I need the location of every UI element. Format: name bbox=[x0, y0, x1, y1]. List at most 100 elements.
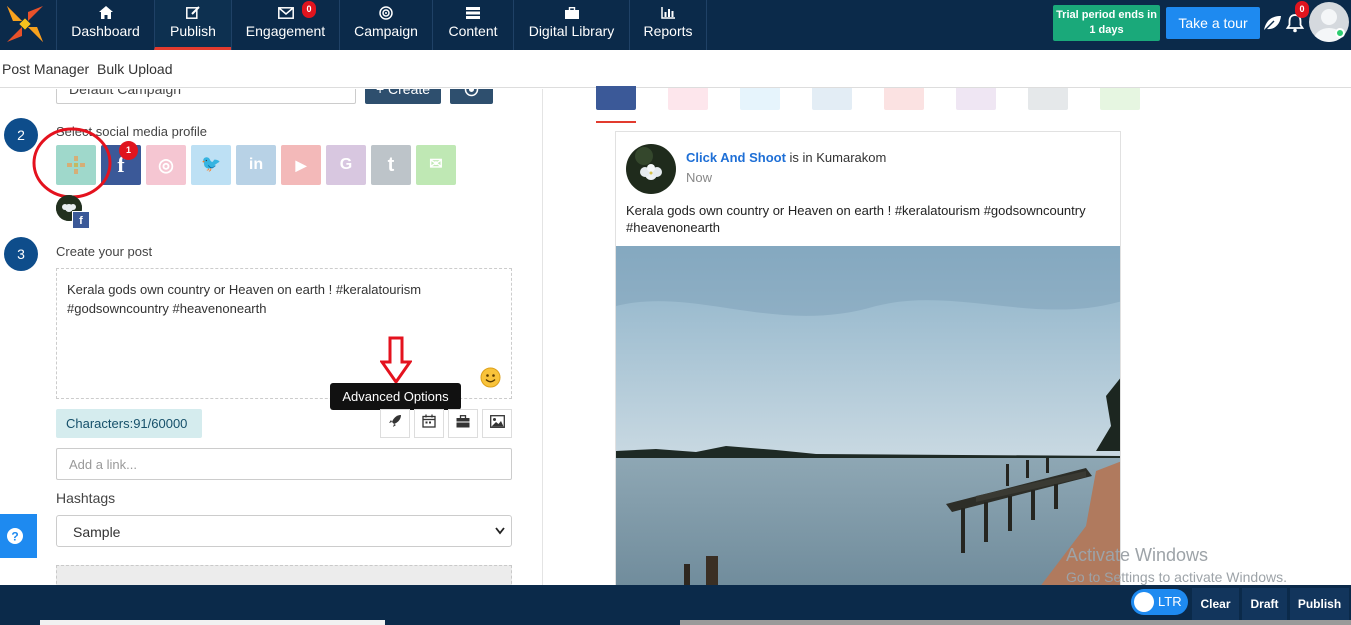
bottom-action-bar: LTR Clear Draft Publish bbox=[0, 585, 1351, 625]
nav-label: Reports bbox=[643, 23, 693, 39]
online-status-dot bbox=[1335, 28, 1345, 38]
preview-tab-facebook[interactable] bbox=[596, 86, 636, 110]
preview-tab-google-my-business[interactable] bbox=[956, 88, 996, 110]
preview-avatar bbox=[626, 144, 676, 194]
advanced-options-button[interactable] bbox=[380, 409, 410, 438]
ltr-label: LTR bbox=[1158, 594, 1182, 609]
backwater-photo bbox=[616, 246, 1120, 590]
notification-badge: 0 bbox=[1295, 1, 1309, 18]
chevron-down-icon bbox=[495, 527, 505, 535]
profile-instagram[interactable]: ◎ bbox=[146, 145, 186, 185]
preview-text: Kerala gods own country or Heaven on ear… bbox=[626, 203, 1086, 235]
profile-tumblr[interactable]: t bbox=[371, 145, 411, 185]
briefcase-icon bbox=[456, 415, 470, 428]
hashtags-select[interactable]: Sample bbox=[56, 515, 512, 547]
instagram-icon: ◎ bbox=[158, 155, 174, 175]
nav-label: Digital Library bbox=[528, 23, 615, 39]
rocket-icon bbox=[389, 415, 401, 427]
nav-label: Dashboard bbox=[71, 23, 140, 39]
preview-tab-twitter[interactable] bbox=[740, 88, 780, 110]
publish-button[interactable]: Publish bbox=[1290, 588, 1349, 620]
engagement-badge: 0 bbox=[302, 1, 316, 18]
facebook-small-icon: f bbox=[72, 211, 90, 229]
flower-icon bbox=[626, 144, 676, 194]
step-3-number: 3 bbox=[4, 237, 38, 271]
post-text-area[interactable]: Kerala gods own country or Heaven on ear… bbox=[56, 268, 512, 399]
nav-label: Content bbox=[448, 23, 498, 39]
nav-reports[interactable]: Reports bbox=[629, 0, 707, 50]
nav-content[interactable]: Content bbox=[432, 0, 513, 50]
campaign-settings-button[interactable] bbox=[450, 89, 493, 104]
hashtags-label: Hashtags bbox=[56, 490, 116, 506]
preview-location: is in Kumarakom bbox=[789, 150, 887, 165]
nav-digital-library[interactable]: Digital Library bbox=[513, 0, 629, 50]
preview-time: Now bbox=[686, 170, 713, 185]
profile-wechat[interactable]: ✉ bbox=[416, 145, 456, 185]
post-text: Kerala gods own country or Heaven on ear… bbox=[67, 282, 422, 316]
top-navbar: Dashboard Publish Engagement 0 Campaign … bbox=[0, 0, 1351, 50]
toggle-knob bbox=[1134, 592, 1154, 612]
linkedin-icon: in bbox=[248, 156, 264, 173]
nav-campaign[interactable]: Campaign bbox=[339, 0, 432, 50]
nav-dashboard[interactable]: Dashboard bbox=[56, 0, 154, 50]
target-icon bbox=[464, 89, 479, 97]
nav-publish[interactable]: Publish bbox=[154, 0, 231, 50]
advanced-options-tooltip: Advanced Options bbox=[330, 383, 461, 410]
nav-label: Engagement bbox=[245, 23, 326, 39]
link-input[interactable]: Add a link... bbox=[56, 448, 512, 480]
profile-linkedin[interactable]: in bbox=[236, 145, 276, 185]
preview-header: Click And Shoot is in Kumarakom bbox=[686, 150, 886, 165]
google-business-icon: G bbox=[339, 156, 353, 173]
taskbar-strip bbox=[680, 620, 1351, 625]
add-image-button[interactable] bbox=[482, 409, 512, 438]
ltr-toggle[interactable]: LTR bbox=[1131, 589, 1188, 615]
emoji-picker-icon[interactable] bbox=[480, 367, 501, 388]
link-input-placeholder: Add a link... bbox=[69, 457, 137, 472]
calendar-icon bbox=[422, 414, 436, 428]
nav-label: Publish bbox=[170, 23, 216, 39]
hashtags-select-value: Sample bbox=[73, 524, 121, 540]
create-campaign-button[interactable]: + Create bbox=[365, 89, 441, 104]
facebook-selected-badge: 1 bbox=[119, 141, 138, 160]
take-a-tour-button[interactable]: Take a tour bbox=[1166, 7, 1260, 39]
draft-button[interactable]: Draft bbox=[1242, 588, 1287, 620]
leaf-icon[interactable] bbox=[1262, 14, 1282, 37]
tab-bulk-upload[interactable]: Bulk Upload bbox=[97, 61, 173, 77]
app-logo[interactable] bbox=[0, 0, 56, 50]
profile-google-my-business[interactable]: G bbox=[326, 145, 366, 185]
profile-twitter[interactable]: 🐦 bbox=[191, 145, 231, 185]
media-upload-dropzone[interactable] bbox=[56, 565, 512, 585]
profile-youtube[interactable]: ▶ bbox=[281, 145, 321, 185]
library-button[interactable] bbox=[448, 409, 478, 438]
preview-image bbox=[616, 246, 1120, 590]
logo-icon bbox=[7, 6, 43, 42]
sub-navbar: Post Manager Bulk Upload bbox=[0, 50, 1351, 88]
schedule-button[interactable] bbox=[414, 409, 444, 438]
clear-button[interactable]: Clear bbox=[1192, 588, 1239, 620]
briefcase-icon bbox=[514, 6, 629, 20]
preview-tab-linkedin[interactable] bbox=[812, 88, 852, 110]
nav-engagement[interactable]: Engagement 0 bbox=[231, 0, 339, 50]
target-icon bbox=[340, 6, 432, 20]
preview-page-name[interactable]: Click And Shoot bbox=[686, 150, 786, 165]
bar-chart-icon bbox=[630, 6, 706, 20]
help-button[interactable]: ? bbox=[0, 514, 37, 558]
preview-tab-wechat[interactable] bbox=[1100, 88, 1140, 110]
preview-tab-youtube[interactable] bbox=[884, 88, 924, 110]
list-icon bbox=[433, 6, 513, 20]
campaign-select[interactable]: Default Campaign bbox=[56, 89, 356, 104]
twitter-icon: 🐦 bbox=[201, 156, 221, 173]
wechat-icon: ✉ bbox=[429, 156, 443, 173]
character-counter: Characters:91/60000 bbox=[56, 409, 202, 438]
facebook-post-preview: Click And Shoot is in Kumarakom Now Kera… bbox=[615, 131, 1121, 591]
active-preview-tab-indicator bbox=[596, 121, 636, 123]
preview-tab-tumblr[interactable] bbox=[1028, 88, 1068, 110]
step-3-label: Create your post bbox=[56, 244, 153, 259]
question-icon: ? bbox=[7, 528, 23, 544]
preview-tab-instagram[interactable] bbox=[668, 88, 708, 110]
edit-icon bbox=[155, 6, 231, 20]
tab-post-manager[interactable]: Post Manager bbox=[2, 61, 89, 77]
image-icon bbox=[489, 415, 505, 428]
post-editor-panel: Default Campaign + Create 2 Select socia… bbox=[0, 89, 543, 585]
home-icon bbox=[57, 6, 154, 20]
